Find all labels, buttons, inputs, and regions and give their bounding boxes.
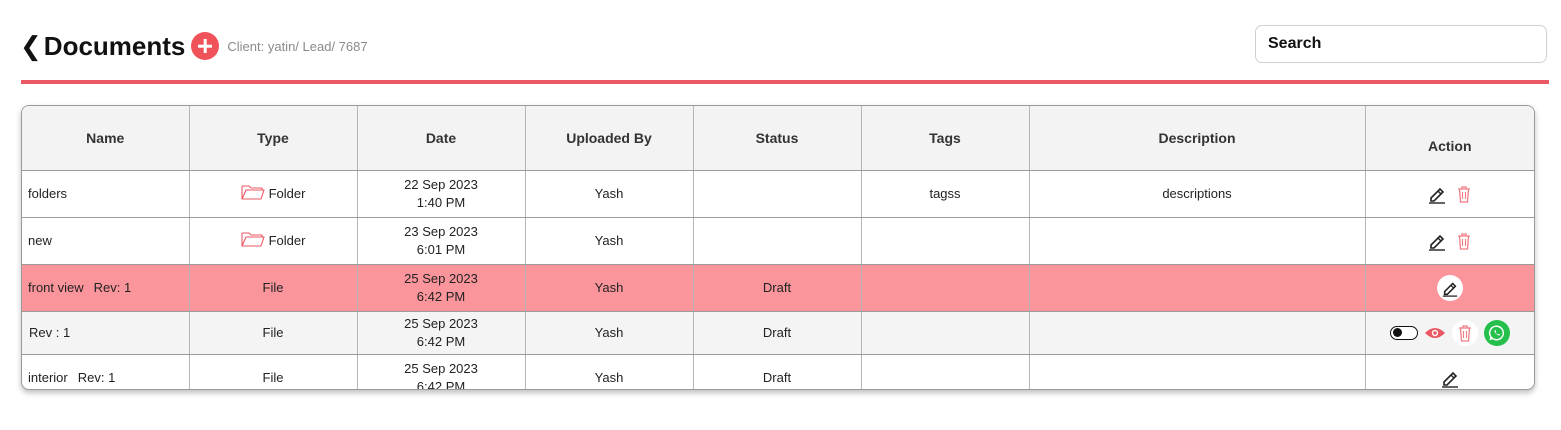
cell-name[interactable]: folders xyxy=(22,170,190,218)
cell-tags: tagss xyxy=(861,170,1030,218)
row-name[interactable]: Rev : 1 xyxy=(29,325,70,340)
row-name[interactable]: interior xyxy=(28,370,68,385)
date-text: 25 Sep 2023 xyxy=(404,271,478,286)
edit-pencil-icon[interactable] xyxy=(1427,184,1447,204)
edit-pencil-icon[interactable] xyxy=(1427,231,1447,251)
cell-tags xyxy=(861,354,1030,389)
column-header-action: Action xyxy=(1365,106,1534,171)
add-document-button[interactable] xyxy=(191,32,220,60)
cell-type: Folder xyxy=(189,217,358,265)
date-text: 25 Sep 2023 xyxy=(404,316,478,331)
back-chevron-icon[interactable]: ❮ xyxy=(20,33,42,59)
table-row-selected[interactable]: front view Rev: 1 File 25 Sep 2023 6:42 PM… xyxy=(22,264,1534,312)
cell-description xyxy=(1029,264,1366,312)
cell-uploaded-by: Yash xyxy=(525,354,694,389)
cell-date: 23 Sep 2023 6:01 PM xyxy=(357,217,526,265)
cell-type: File xyxy=(189,354,358,389)
type-label: Folder xyxy=(268,185,306,201)
cell-actions xyxy=(1365,311,1534,355)
cell-status: Draft xyxy=(693,264,862,312)
cell-description xyxy=(1029,354,1366,389)
search-input[interactable] xyxy=(1255,25,1547,63)
cell-actions xyxy=(1365,264,1534,312)
cell-status: Draft xyxy=(693,311,862,355)
time-text: 6:42 PM xyxy=(416,379,466,390)
cell-name[interactable]: Rev : 1 xyxy=(22,311,190,355)
cell-type: Folder xyxy=(189,170,358,218)
revision-row[interactable]: Rev : 1 File 25 Sep 2023 6:42 PM Yash Dra… xyxy=(22,311,1534,355)
cell-name[interactable]: interior Rev: 1 xyxy=(22,354,190,389)
cell-uploaded-by: Yash xyxy=(525,217,694,265)
date-text: 23 Sep 2023 xyxy=(404,224,478,239)
cell-actions xyxy=(1365,170,1534,218)
cell-status xyxy=(693,170,862,218)
type-label: Folder xyxy=(268,232,306,248)
date-text: 25 Sep 2023 xyxy=(404,361,478,376)
cell-actions xyxy=(1365,217,1534,265)
column-header-date[interactable]: Date xyxy=(357,106,526,171)
cell-uploaded-by: Yash xyxy=(525,264,694,312)
page-header: ❮ Documents Client: yatin/ Lead/ 7687 xyxy=(20,26,368,66)
date-text: 22 Sep 2023 xyxy=(404,177,478,192)
edit-pencil-icon[interactable] xyxy=(1436,275,1463,301)
time-text: 1:40 PM xyxy=(416,195,466,210)
cell-uploaded-by: Yash xyxy=(525,170,694,218)
cell-description xyxy=(1029,217,1366,265)
client-breadcrumb: Client: yatin/ Lead/ 7687 xyxy=(227,38,368,54)
header-divider xyxy=(21,80,1549,84)
column-header-tags[interactable]: Tags xyxy=(861,106,1030,171)
table-header-row: Name Type Date Uploaded By Status Tags D… xyxy=(22,106,1534,171)
revision-label[interactable]: Rev: 1 xyxy=(94,280,132,295)
cell-description xyxy=(1029,311,1366,355)
column-header-type[interactable]: Type xyxy=(189,106,358,171)
folder-icon xyxy=(241,231,265,252)
cell-type: File xyxy=(189,311,358,355)
table-row[interactable]: folders Folder 22 Sep 2023 1:40 PM Yash t… xyxy=(22,170,1534,218)
time-text: 6:01 PM xyxy=(416,242,466,257)
cell-name[interactable]: front view Rev: 1 xyxy=(22,264,190,312)
cell-tags xyxy=(861,217,1030,265)
folder-icon xyxy=(241,184,265,205)
trash-icon[interactable] xyxy=(1455,184,1473,204)
time-text: 6:42 PM xyxy=(416,289,466,304)
cell-date: 25 Sep 2023 6:42 PM xyxy=(357,264,526,312)
trash-icon[interactable] xyxy=(1451,320,1478,346)
cell-date: 25 Sep 2023 6:42 PM xyxy=(357,311,526,355)
eye-icon[interactable] xyxy=(1424,326,1446,340)
row-name[interactable]: folders xyxy=(28,186,67,201)
column-header-description[interactable]: Description xyxy=(1029,106,1366,171)
column-header-status[interactable]: Status xyxy=(693,106,862,171)
cell-date: 25 Sep 2023 6:42 PM xyxy=(357,354,526,390)
revision-label[interactable]: Rev: 1 xyxy=(78,370,116,385)
column-header-name[interactable]: Name xyxy=(22,106,190,171)
cell-uploaded-by: Yash xyxy=(525,311,694,355)
time-text: 6:42 PM xyxy=(416,334,466,349)
cell-tags xyxy=(861,264,1030,312)
table-row[interactable]: interior Rev: 1 File 25 Sep 2023 6:42 PM Y… xyxy=(22,354,1534,390)
row-name[interactable]: front view xyxy=(28,280,84,295)
toggle-knob xyxy=(1392,328,1402,337)
cell-status: Draft xyxy=(693,354,862,389)
visibility-toggle[interactable] xyxy=(1389,326,1418,340)
row-name[interactable]: new xyxy=(28,233,52,248)
cell-tags xyxy=(861,311,1030,355)
documents-table: Name Type Date Uploaded By Status Tags D… xyxy=(21,105,1535,390)
cell-date: 22 Sep 2023 1:40 PM xyxy=(357,170,526,218)
edit-pencil-icon[interactable] xyxy=(1440,368,1460,388)
page-title: Documents xyxy=(43,30,186,61)
column-header-uploaded-by[interactable]: Uploaded By xyxy=(525,106,694,171)
cell-actions xyxy=(1365,355,1534,390)
cell-status xyxy=(693,217,862,265)
table-row[interactable]: new Folder 23 Sep 2023 6:01 PM Yash xyxy=(22,217,1534,265)
whatsapp-icon[interactable] xyxy=(1483,320,1510,346)
trash-icon[interactable] xyxy=(1455,231,1473,251)
cell-type: File xyxy=(189,264,358,312)
cell-name[interactable]: new xyxy=(22,217,190,265)
cell-description: descriptions xyxy=(1029,170,1366,218)
